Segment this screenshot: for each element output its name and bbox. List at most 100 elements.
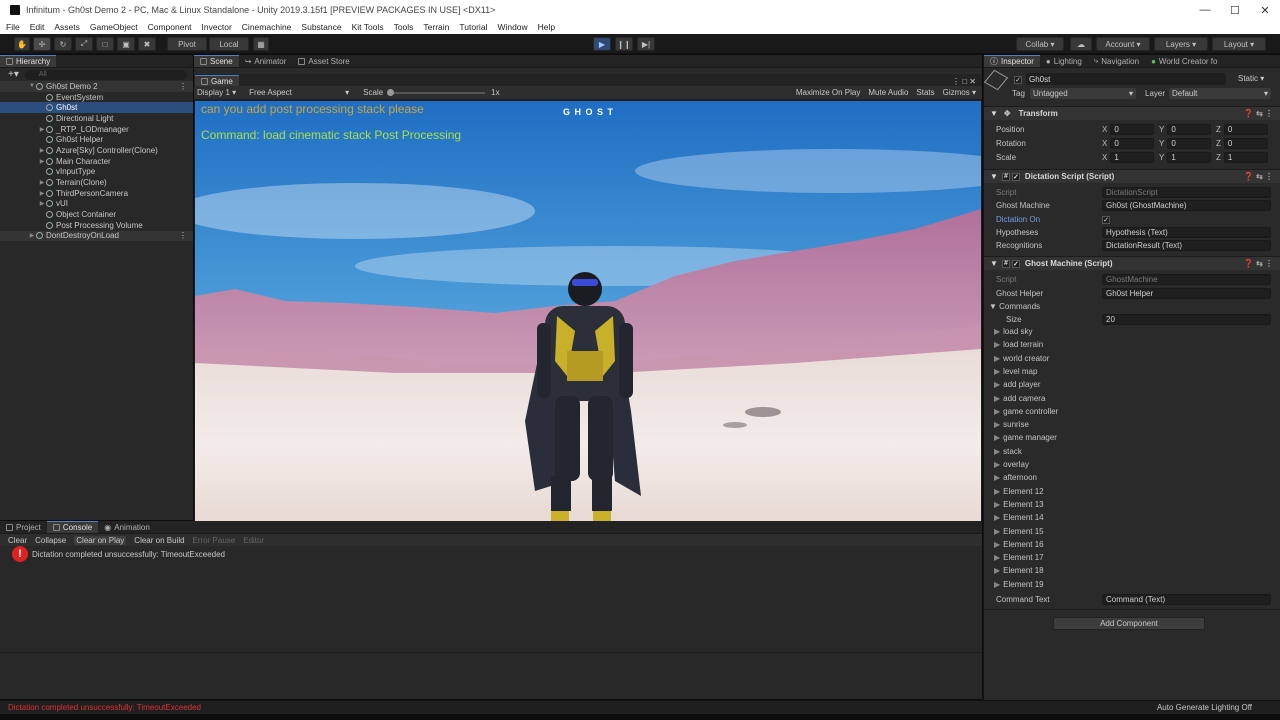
layers-dropdown[interactable]: Layers ▾: [1154, 37, 1208, 51]
layer-dropdown[interactable]: Default ▾: [1169, 88, 1271, 99]
tab-animator[interactable]: ↪ Animator: [239, 55, 293, 67]
tab-console[interactable]: Console: [46, 521, 99, 533]
tab-lighting[interactable]: ● Lighting: [1040, 55, 1088, 67]
x-field[interactable]: X1: [1102, 152, 1155, 163]
dontdestroy-row[interactable]: ▶ DontDestroyOnLoad ⋮: [0, 230, 193, 242]
foldout-arrow-icon[interactable]: ▶: [994, 500, 1000, 509]
expand-arrow-icon[interactable]: ▶: [38, 200, 46, 207]
x-value[interactable]: 0: [1110, 138, 1155, 149]
hierarchy-item[interactable]: Object Container: [0, 209, 193, 220]
recognitions-field[interactable]: Recognitions DictationResult (Text): [984, 239, 1280, 252]
command-element[interactable]: ▶ Element 16: [994, 540, 1044, 549]
tag-dropdown[interactable]: Untagged ▾: [1030, 88, 1136, 99]
tab-asset-store[interactable]: Asset Store: [292, 55, 355, 67]
window-buttons-icon[interactable]: ⋮ □ ✕: [952, 77, 976, 86]
custom-tool-icon[interactable]: ✖: [138, 37, 156, 51]
rotate-tool-icon[interactable]: ↻: [54, 37, 72, 51]
hand-tool-icon[interactable]: ✋: [14, 37, 30, 51]
menu-edit[interactable]: Edit: [30, 22, 45, 32]
commands-foldout[interactable]: ▼ Commands: [984, 300, 1280, 313]
aspect-dropdown[interactable]: Free Aspect ▾: [249, 88, 349, 97]
dictation-on-field[interactable]: Dictation On ✓: [984, 213, 1280, 226]
command-text-field[interactable]: Command Text Command (Text): [984, 593, 1280, 606]
menu-assets[interactable]: Assets: [54, 22, 80, 32]
menu-gameobject[interactable]: GameObject: [90, 22, 138, 32]
command-element[interactable]: ▶ Element 17: [994, 553, 1044, 562]
menu-tutorial[interactable]: Tutorial: [459, 22, 487, 32]
error-pause-toggle[interactable]: Error Pause: [193, 536, 236, 545]
foldout-arrow-icon[interactable]: ▶: [994, 433, 1000, 442]
account-dropdown[interactable]: Account ▾: [1096, 37, 1150, 51]
menu-terrain[interactable]: Terrain: [423, 22, 449, 32]
ghost-helper-field[interactable]: Ghost Helper Gh0st Helper: [984, 287, 1280, 300]
foldout-arrow-icon[interactable]: ▶: [994, 580, 1000, 589]
command-element[interactable]: ▶ Element 14: [994, 513, 1044, 522]
clear-on-play-toggle[interactable]: Clear on Play: [74, 535, 127, 545]
display-dropdown[interactable]: Display 1 ▾: [197, 88, 236, 97]
y-field[interactable]: Y0: [1159, 124, 1212, 135]
mute-audio-toggle[interactable]: Mute Audio: [868, 88, 908, 97]
z-value[interactable]: 0: [1223, 138, 1268, 149]
component-menu-icon[interactable]: ❓ ⇆ ⋮: [1244, 109, 1273, 118]
hierarchy-item[interactable]: ▶ vUI: [0, 199, 193, 210]
foldout-arrow-icon[interactable]: ▶: [994, 566, 1000, 575]
x-value[interactable]: 0: [1110, 124, 1155, 135]
clear-on-build-toggle[interactable]: Clear on Build: [134, 536, 184, 545]
rect-tool-icon[interactable]: □: [96, 37, 114, 51]
y-value[interactable]: 0: [1167, 124, 1212, 135]
hierarchy-item[interactable]: ▶ Main Character: [0, 156, 193, 167]
tab-game[interactable]: Game: [195, 75, 239, 86]
hierarchy-item[interactable]: Gh0st: [0, 102, 193, 114]
z-value[interactable]: 1: [1223, 152, 1268, 163]
x-field[interactable]: X0: [1102, 138, 1155, 149]
menu-window[interactable]: Window: [497, 22, 527, 32]
foldout-arrow-icon[interactable]: ▶: [994, 460, 1000, 469]
add-icon[interactable]: +▾: [8, 69, 19, 80]
tab-navigation[interactable]: ⤷ Navigation: [1088, 55, 1145, 67]
command-element[interactable]: ▶ Element 18: [994, 566, 1044, 575]
foldout-arrow-icon[interactable]: ▶: [994, 527, 1000, 536]
expand-arrow-icon[interactable]: ▼: [28, 83, 36, 89]
hypotheses-field[interactable]: Hypotheses Hypothesis (Text): [984, 226, 1280, 239]
foldout-arrow-icon[interactable]: ▶: [994, 394, 1000, 403]
menu-substance[interactable]: Substance: [301, 22, 341, 32]
tab-inspector[interactable]: ⓘ Inspector: [984, 55, 1040, 67]
hierarchy-search-input[interactable]: All: [24, 69, 187, 80]
hierarchy-item[interactable]: ▶ Terrain(Clone): [0, 177, 193, 188]
command-element[interactable]: ▶ overlay: [994, 460, 1029, 469]
y-field[interactable]: Y1: [1159, 152, 1212, 163]
foldout-arrow-icon[interactable]: ▼: [990, 109, 998, 118]
recognitions-value[interactable]: DictationResult (Text): [1102, 240, 1271, 251]
menu-invector[interactable]: Invector: [202, 22, 232, 32]
enabled-checkbox[interactable]: ✓: [1011, 259, 1020, 268]
tab-world-creator[interactable]: ● World Creator fo: [1145, 55, 1223, 67]
more-icon[interactable]: ⋮: [179, 82, 187, 91]
play-button[interactable]: ▶: [593, 37, 611, 51]
editor-dropdown[interactable]: Editor: [243, 536, 264, 545]
collab-dropdown[interactable]: Collab ▾: [1016, 37, 1064, 51]
cloud-icon[interactable]: ☁: [1070, 37, 1092, 51]
size-value[interactable]: 20: [1102, 314, 1271, 325]
foldout-arrow-icon[interactable]: ▶: [994, 340, 1000, 349]
z-field[interactable]: Z1: [1216, 152, 1268, 163]
command-element[interactable]: ▶ game controller: [994, 407, 1058, 416]
ghost-machine-header[interactable]: ▼ # ✓ Ghost Machine (Script) ❓ ⇆ ⋮: [984, 256, 1280, 270]
maximize-on-play-toggle[interactable]: Maximize On Play: [796, 88, 860, 97]
pivot-toggle[interactable]: Pivot: [167, 37, 207, 51]
expand-arrow-icon[interactable]: ▶: [38, 147, 46, 154]
hierarchy-item[interactable]: ▶ Azure[Sky] Controller(Clone): [0, 145, 193, 156]
menu-kit-tools[interactable]: Kit Tools: [352, 22, 384, 32]
dictation-on-checkbox[interactable]: ✓: [1102, 215, 1110, 224]
scale-slider-handle[interactable]: [387, 88, 395, 96]
menu-cinemachine[interactable]: Cinemachine: [242, 22, 292, 32]
tab-project[interactable]: Project: [0, 521, 47, 533]
hierarchy-item[interactable]: Gh0st Helper: [0, 134, 193, 145]
command-element[interactable]: ▶ world creator: [994, 354, 1049, 363]
tab-animation[interactable]: ◉ Animation: [98, 521, 156, 533]
x-value[interactable]: 1: [1110, 152, 1155, 163]
scene-root-row[interactable]: ▼ Gh0st Demo 2 ⋮: [0, 81, 193, 92]
minimize-icon[interactable]: —: [1190, 4, 1220, 17]
foldout-arrow-icon[interactable]: ▶: [994, 487, 1000, 496]
command-element[interactable]: ▶ Element 15: [994, 527, 1044, 536]
foldout-arrow-icon[interactable]: ▶: [994, 540, 1000, 549]
